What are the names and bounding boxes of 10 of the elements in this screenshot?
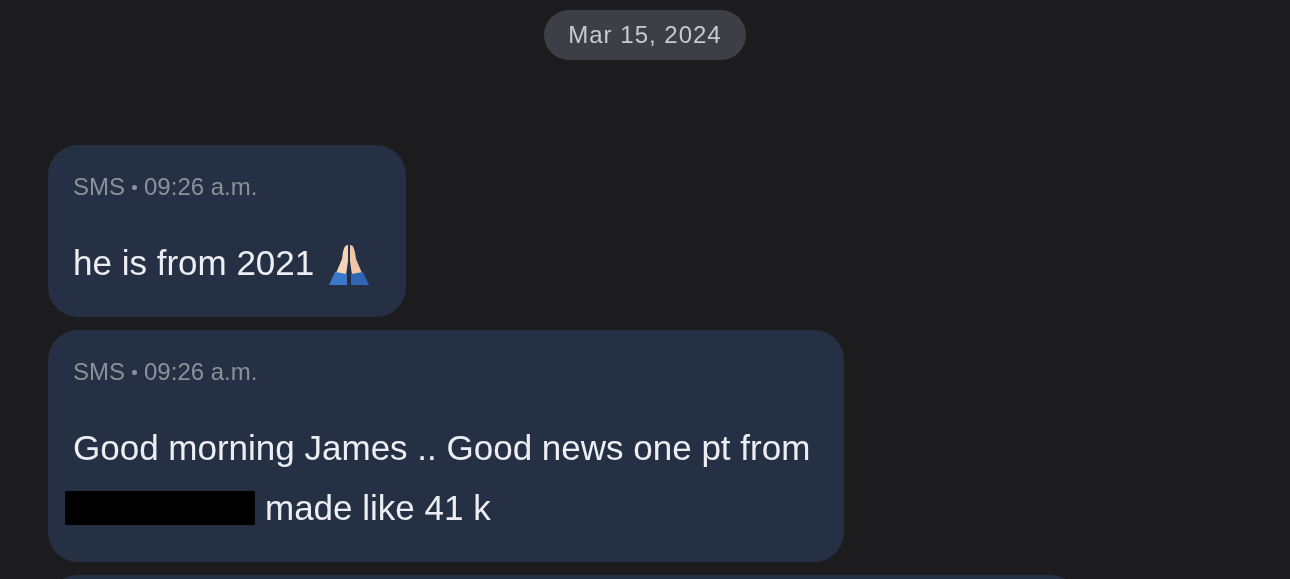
message-text: Good morning James .. Good news one pt from: [73, 428, 811, 468]
message-channel: SMS: [73, 358, 125, 386]
message-text: made like 41 k: [265, 488, 491, 528]
message-time: 09:26 a.m.: [144, 358, 258, 386]
date-chip: Mar 15, 2024: [544, 10, 746, 60]
message-channel: SMS: [73, 173, 125, 201]
separator-dot-icon: [132, 184, 137, 190]
message-time: 09:26 a.m.: [144, 173, 258, 201]
message-text: he is from 2021: [73, 243, 315, 283]
separator-dot-icon: [132, 369, 137, 375]
